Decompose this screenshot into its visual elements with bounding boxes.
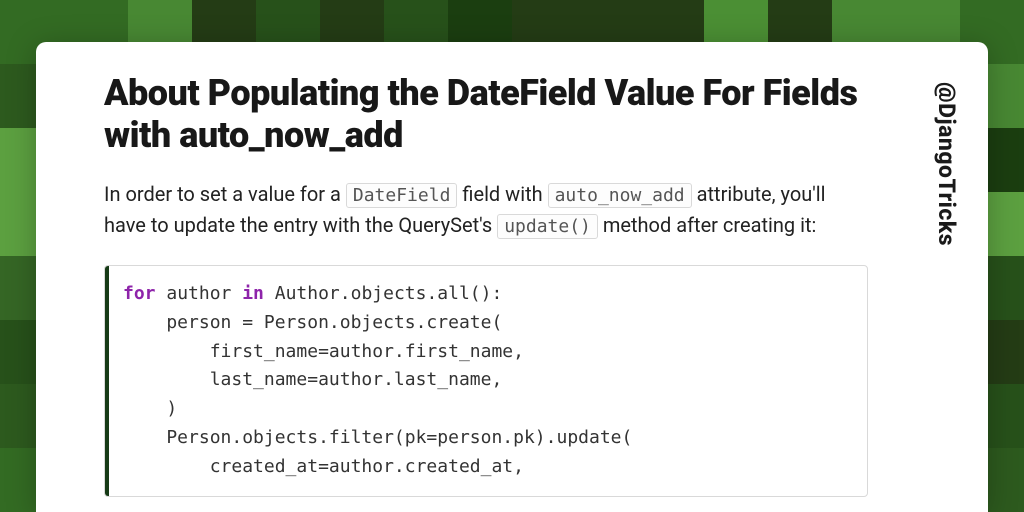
article-lead: In order to set a value for a DateField … (104, 179, 868, 241)
code-keyword-in: in (242, 283, 264, 304)
article-card: @DjangoTricks About Populating the DateF… (36, 42, 988, 512)
inline-code-auto-now-add: auto_now_add (548, 183, 692, 208)
lead-text: field with (457, 182, 547, 206)
author-handle: @DjangoTricks (933, 82, 960, 246)
lead-text: In order to set a value for a (104, 182, 346, 206)
inline-code-datefield: DateField (346, 183, 458, 208)
lead-text: method after creating it: (598, 213, 816, 237)
code-keyword-for: for (123, 283, 156, 304)
code-block: for author in Author.objects.all(): pers… (104, 265, 868, 497)
inline-code-update: update() (497, 214, 598, 239)
article-title: About Populating the DateField Value For… (104, 72, 868, 157)
article-content: About Populating the DateField Value For… (104, 72, 868, 512)
code-pre: for author in Author.objects.all(): pers… (123, 280, 849, 482)
